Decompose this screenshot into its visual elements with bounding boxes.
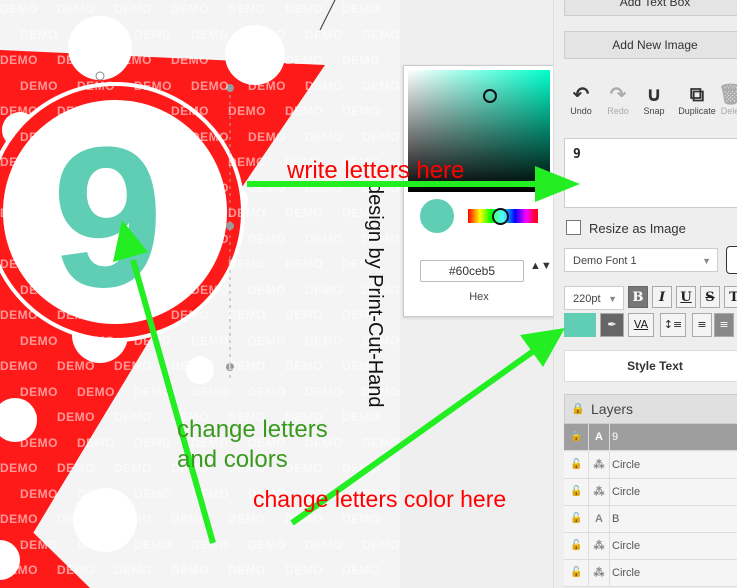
hex-input[interactable]: #60ceb5 — [420, 260, 524, 282]
text-layer-icon: A — [588, 424, 610, 450]
chevron-down-icon: ▼ — [702, 256, 711, 266]
font-family-select[interactable]: Demo Font 1 ▼ — [564, 248, 718, 272]
lock-icon[interactable]: 🔓 — [570, 506, 582, 532]
eyedropper-icon: ✒ — [607, 318, 617, 331]
chevron-down-icon: ▼ — [608, 294, 617, 304]
vertical-credit-text: design by Print-Cut-Hand — [364, 183, 386, 408]
align-left-button[interactable]: ≡ — [692, 313, 712, 337]
hue-slider-thumb[interactable] — [492, 208, 509, 225]
lock-icon[interactable]: 🔓 — [570, 560, 582, 586]
italic-button[interactable]: I — [652, 286, 672, 308]
add-text-box-button[interactable]: Add Text Box — [564, 0, 737, 16]
redo-icon: ↷ — [609, 82, 627, 106]
lock-icon: 🔒 — [571, 403, 585, 415]
color-picker-popup[interactable]: #60ceb5 ▲▼ Hex — [403, 65, 555, 317]
layer-row[interactable]: 🔓 ⁂ Circle — [564, 560, 737, 587]
hex-mode-spinner-icon[interactable]: ▲▼ — [530, 261, 552, 272]
lock-icon[interactable]: 🔓 — [570, 424, 582, 450]
shape-layer-icon: ⁂ — [588, 479, 610, 505]
font-preview-button[interactable] — [726, 246, 737, 274]
annotation-change-color: change letters color here — [253, 486, 507, 512]
layer-row[interactable]: 🔓 ⁂ Circle — [564, 479, 737, 506]
line-height-button[interactable]: ↕≡ — [660, 313, 686, 337]
text-layer-icon: A — [588, 506, 610, 532]
snap-magnet-icon: ∪ — [645, 82, 663, 106]
lock-icon[interactable]: 🔓 — [570, 533, 582, 559]
text-transform-button[interactable]: T — [724, 286, 737, 308]
bold-button[interactable]: B — [628, 286, 648, 308]
duplicate-button[interactable]: ⧉ Duplicate — [676, 82, 718, 116]
hex-label: Hex — [469, 291, 489, 303]
redo-button[interactable]: ↷ Redo — [599, 82, 637, 116]
annotation-write-letters: write letters here — [287, 157, 465, 184]
lock-icon[interactable]: 🔓 — [570, 452, 582, 478]
delete-icon: 🗑 — [718, 82, 737, 106]
font-size-select[interactable]: 220pt ▼ — [564, 286, 624, 310]
lock-icon[interactable]: 🔓 — [570, 479, 582, 505]
pennant-digit-text[interactable]: 9 — [52, 118, 163, 318]
style-text-dropdown[interactable]: Style Text — [564, 350, 737, 382]
undo-icon: ↶ — [572, 82, 590, 106]
undo-button[interactable]: ↶ Undo — [562, 82, 600, 116]
editor-side-panel: Add Text Box Add New Image ↶ Undo ↷ Redo… — [553, 0, 737, 588]
shape-layer-icon: ⁂ — [588, 533, 610, 559]
strikethrough-button[interactable]: S — [700, 286, 720, 308]
layer-row[interactable]: 🔓 A 9 — [564, 424, 737, 451]
annotation-change-letters-line2: and colors — [177, 446, 288, 473]
current-color-swatch — [420, 199, 454, 233]
color-cursor[interactable] — [483, 89, 497, 103]
align-center-button[interactable]: ≡ — [714, 313, 734, 337]
resize-as-image-option[interactable]: Resize as Image — [566, 220, 686, 236]
layer-row[interactable]: 🔓 A B — [564, 506, 737, 533]
fill-color-swatch[interactable] — [564, 313, 596, 337]
snap-button[interactable]: ∪ Snap — [635, 82, 673, 116]
duplicate-icon: ⧉ — [689, 82, 705, 106]
shape-layer-icon: ⁂ — [588, 452, 610, 478]
add-new-image-button[interactable]: Add New Image — [564, 31, 737, 59]
shape-layer-icon: ⁂ — [588, 560, 610, 586]
layers-header[interactable]: 🔒 Layers — [564, 394, 737, 424]
resize-as-image-checkbox[interactable] — [566, 220, 581, 235]
annotation-change-letters-line1: change letters — [177, 416, 328, 443]
eyedropper-button[interactable]: ✒ — [600, 313, 624, 337]
layer-row[interactable]: 🔓 ⁂ Circle — [564, 533, 737, 560]
layer-row[interactable]: 🔓 ⁂ Circle — [564, 452, 737, 479]
underline-button[interactable]: U — [676, 286, 696, 308]
delete-button[interactable]: 🗑 Dele — [718, 82, 737, 116]
letter-spacing-button[interactable]: VA — [628, 313, 654, 337]
layer-text-input[interactable]: 9 — [564, 138, 737, 208]
